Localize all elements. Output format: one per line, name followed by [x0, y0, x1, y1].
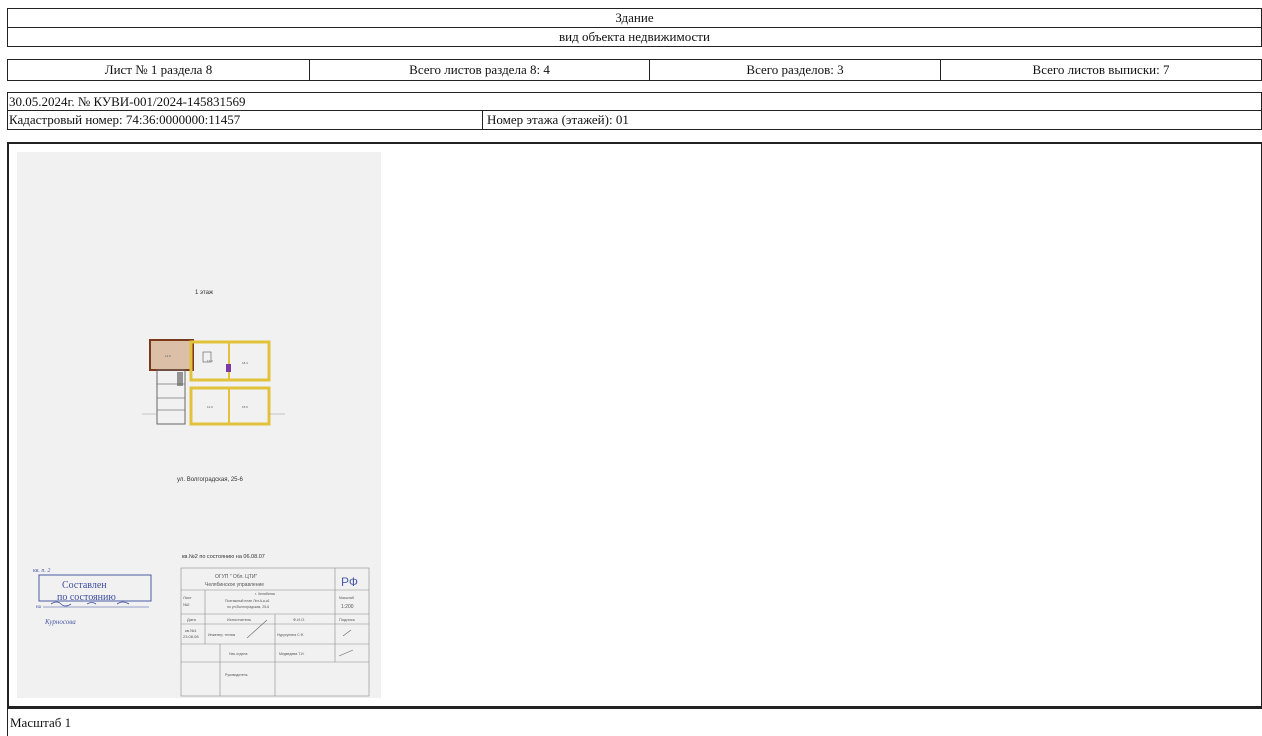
- sheets-in-section: Всего листов раздела 8: 4: [310, 60, 650, 80]
- total-sections: Всего разделов: 3: [650, 60, 941, 80]
- title-block-row1-date1: кв.№1: [185, 628, 197, 633]
- title-block-signature-label: Подпись: [339, 617, 355, 622]
- sheet-info-row: Лист № 1 раздела 8 Всего листов раздела …: [7, 59, 1262, 81]
- stamp-title: Составлен: [62, 580, 107, 591]
- sheet-number: Лист № 1 раздела 8: [8, 60, 310, 80]
- svg-text:12.0: 12.0: [207, 405, 213, 409]
- floor-number: Номер этажа (этажей): 01: [487, 112, 629, 127]
- title-block-org: ОГУП " Обл. ЦТИ": [215, 574, 257, 580]
- svg-text:15.0: 15.0: [242, 405, 248, 409]
- street-label: ул. Волгоградская, 25-6: [177, 477, 244, 483]
- title-block-row1-name: Нурусулина С.Ф.: [277, 633, 304, 637]
- title-block-city: г. Челябинск: [255, 592, 276, 596]
- title-block-scale-label: Масштаб: [339, 596, 354, 600]
- title-block-date-label: Дата: [187, 617, 197, 622]
- floor-plan-image: 1 этаж 12.0 17.2 18.4 12.0 15.0 ул. Волг…: [17, 152, 381, 698]
- title-block-row2-name: Медведева Т.И.: [279, 652, 305, 656]
- apartment-state-label: кв.№2 по состоянию на 06.08.07: [182, 554, 265, 560]
- svg-text:12.0: 12.0: [165, 354, 171, 358]
- cadastral-number: Кадастровый номер: 74:36:0000000:11457: [8, 111, 483, 129]
- svg-text:17.2: 17.2: [207, 359, 213, 363]
- title-block-rf: РФ: [341, 575, 358, 589]
- title-block-fio-label: Ф.И.О.: [293, 617, 305, 622]
- title-block-scale-value: 1:200: [341, 604, 354, 610]
- title-block-row1-role: Инженер, техник: [208, 633, 236, 637]
- record-date-number: 30.05.2024г. № КУВИ-001/2024-145831569: [7, 92, 1262, 110]
- title-block-row3-role: Руководитель: [225, 673, 248, 677]
- svg-text:18.4: 18.4: [242, 361, 248, 365]
- title-block-desc-2: по ул.Волгоградская, 25-6: [227, 605, 269, 609]
- object-type-caption: вид объекта недвижимости: [7, 27, 1262, 47]
- title-block-branch: Челябинское управление: [205, 582, 264, 588]
- title-block-executor-label: Исполнитель: [227, 617, 251, 622]
- stamp-signature: Курносова: [44, 618, 76, 626]
- title-block-row1-date2: 23.08.08: [183, 634, 199, 639]
- title-block-row2-role: Нач.отдела: [229, 652, 247, 656]
- cadastral-row: Кадастровый номер: 74:36:0000000:11457 Н…: [7, 110, 1262, 130]
- title-block-sheet-value: №2: [183, 602, 190, 607]
- stamp-handwritten-note: кв. п. 2: [33, 568, 50, 574]
- floor-label: 1 этаж: [195, 290, 213, 296]
- scale-footer: Масштаб 1: [7, 707, 1262, 736]
- building-header: Здание: [7, 8, 1262, 27]
- stamp-subtitle: по состоянию: [57, 592, 116, 603]
- title-block-desc-1: Поэтажный план Лит.А,а,а1: [225, 599, 270, 603]
- title-block-sheet-label: Лист: [183, 595, 192, 600]
- stamp-date-prefix: на: [36, 605, 42, 610]
- total-sheets: Всего листов выписки: 7: [1032, 62, 1170, 77]
